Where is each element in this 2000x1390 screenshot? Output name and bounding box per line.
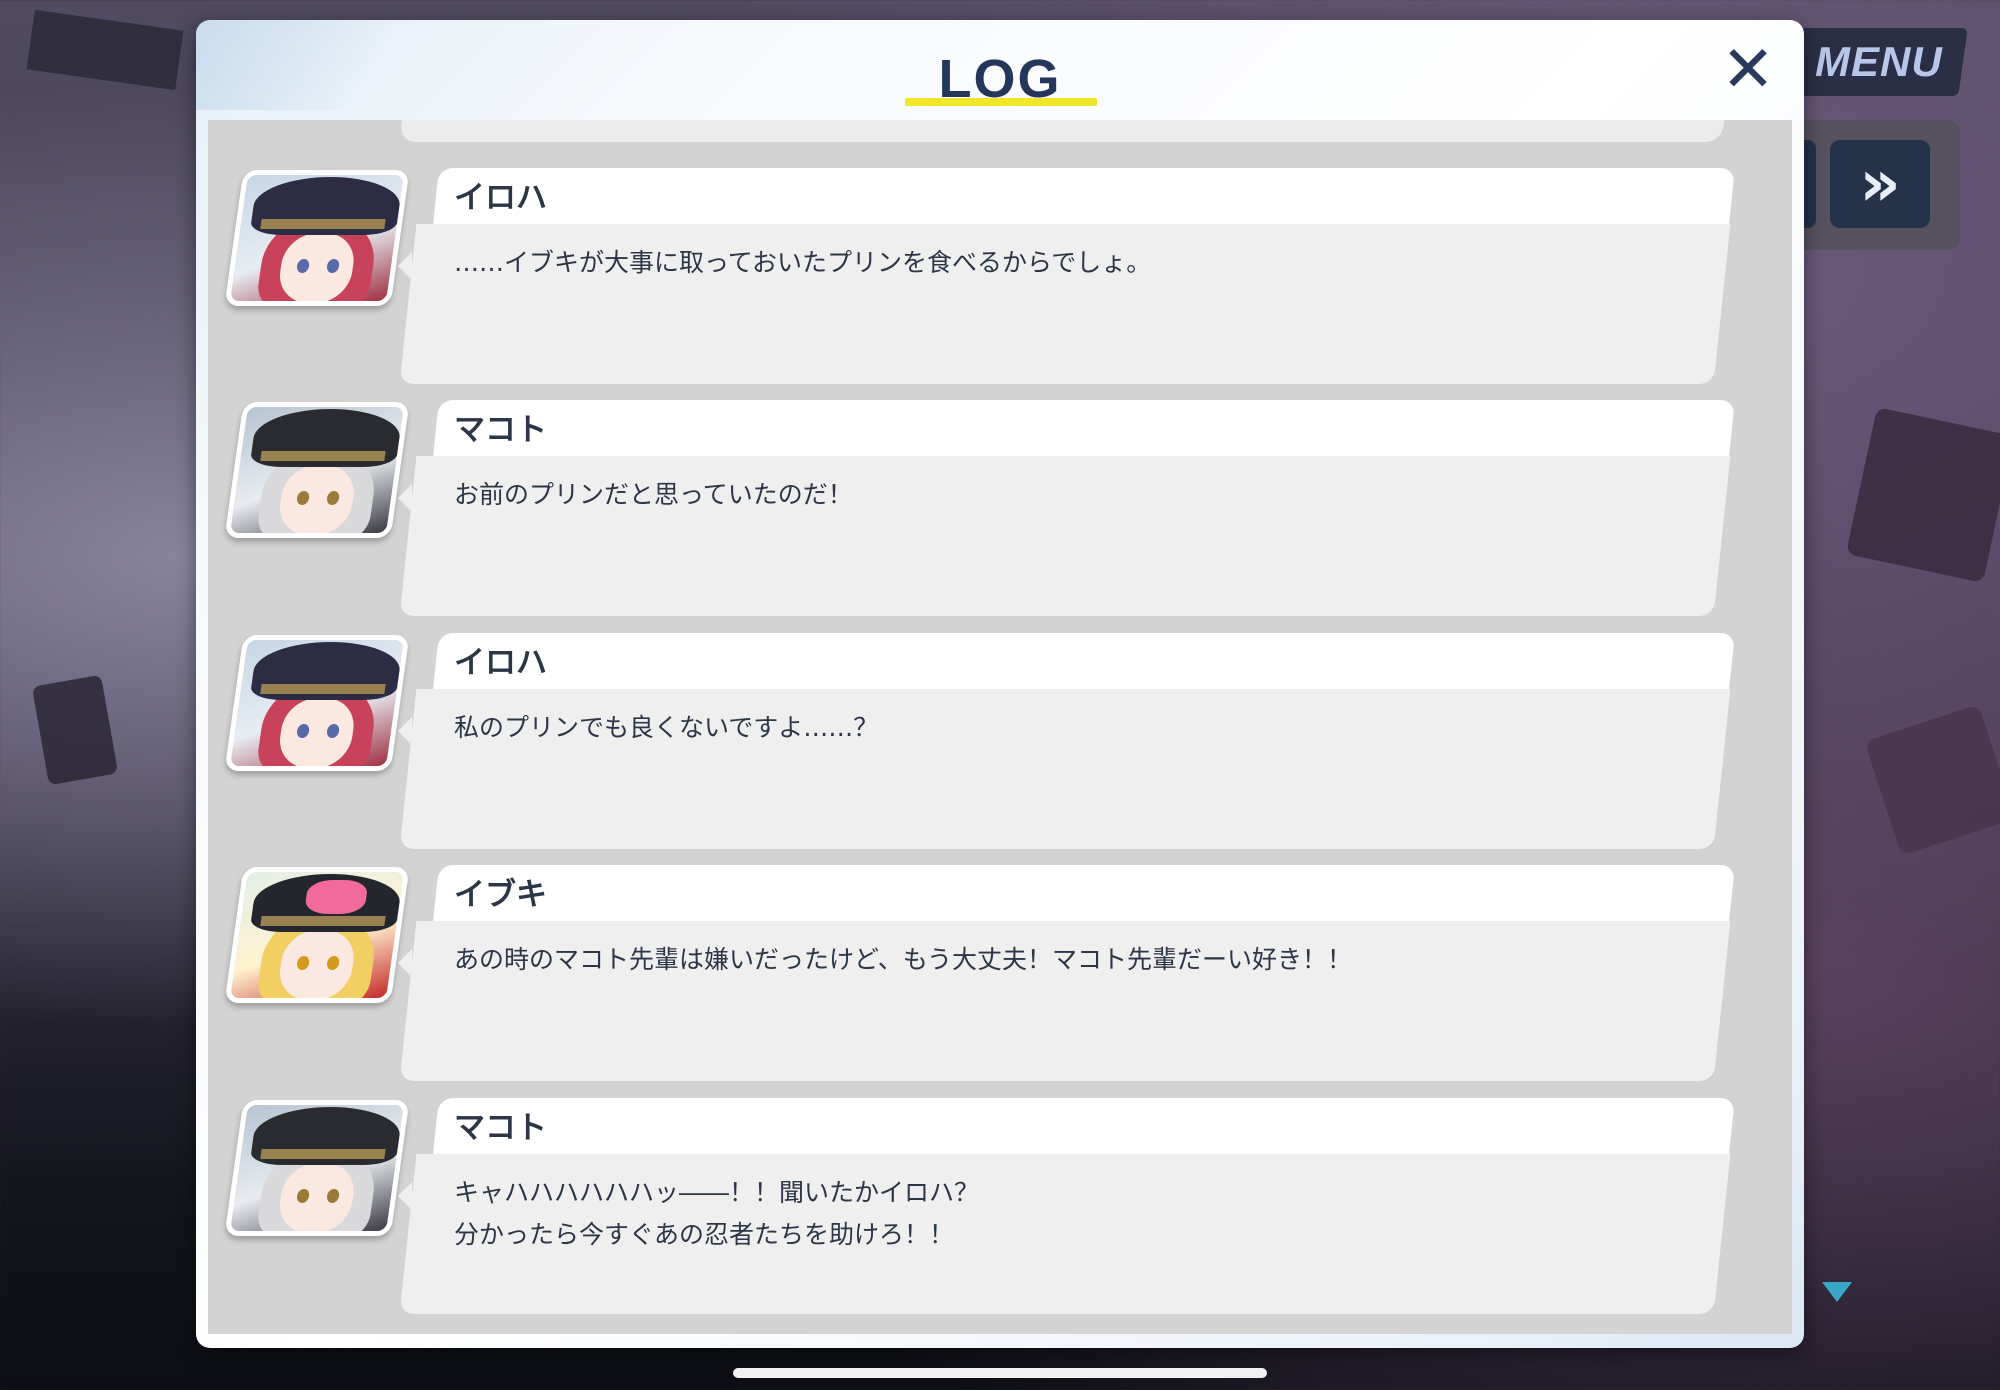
message-bubble: マコト お前のプリンだと思っていたのだ！: [398, 400, 1742, 616]
log-dialog: LOG ✕ イロハ ……イブキが大事に取っておいたプリンを食べるからでしょ。 マ…: [196, 20, 1804, 1348]
message-text: あの時のマコト先輩は嫌いだったけど、もう大丈夫！マコト先輩だーい好き！！: [454, 945, 1353, 974]
log-entry: イロハ ……イブキが大事に取っておいたプリンを食べるからでしょ。: [208, 162, 1792, 384]
log-list[interactable]: イロハ ……イブキが大事に取っておいたプリンを食べるからでしょ。 マコト お前の…: [208, 120, 1792, 1334]
close-button[interactable]: ✕: [1712, 34, 1784, 106]
close-icon: ✕: [1721, 33, 1775, 107]
message-text: ……イブキが大事に取っておいたプリンを食べるからでしょ。: [454, 248, 1152, 277]
speaker-name: マコト: [454, 1110, 547, 1146]
scroll-down-indicator-icon: [1822, 1282, 1852, 1302]
log-entry: イブキ あの時のマコト先輩は嫌いだったけど、もう大丈夫！マコト先輩だーい好き！！: [208, 859, 1792, 1081]
speaker-name: イロハ: [454, 645, 547, 681]
makoto-avatar-icon: [224, 1100, 410, 1236]
background-shard: [26, 9, 184, 91]
speaker-name: イブキ: [454, 877, 547, 913]
speaker-name: マコト: [454, 412, 547, 448]
ibuki-avatar-icon: [224, 867, 410, 1003]
fast-forward-icon: »: [1859, 147, 1901, 221]
iroha-avatar-icon: [224, 170, 410, 306]
message-bubble: イロハ 私のプリンでも良くないですよ……？: [398, 633, 1742, 849]
message-text: キャハハハハハハッ――！！聞いたかイロハ？ 分かったら今すぐあの忍者たちを助けろ…: [454, 1178, 980, 1249]
message-bubble: イロハ ……イブキが大事に取っておいたプリンを食べるからでしょ。: [398, 168, 1742, 384]
message-bubble: マコト キャハハハハハハッ――！！聞いたかイロハ？ 分かったら今すぐあの忍者たち…: [398, 1098, 1742, 1314]
message-text: お前のプリンだと思っていたのだ！: [454, 480, 853, 509]
message-text: 私のプリンでも良くないですよ……？: [454, 713, 879, 742]
iroha-avatar-icon: [224, 635, 410, 771]
log-entry: マコト お前のプリンだと思っていたのだ！: [208, 394, 1792, 616]
makoto-avatar-icon: [224, 402, 410, 538]
log-entry: イロハ 私のプリンでも良くないですよ……？: [208, 627, 1792, 849]
background-shard: [31, 674, 119, 786]
speaker-name: イロハ: [454, 180, 547, 216]
previous-entry-edge: [399, 120, 1727, 142]
menu-button[interactable]: MENU: [1790, 28, 1968, 96]
log-entry: マコト キャハハハハハハッ――！！聞いたかイロハ？ 分かったら今すぐあの忍者たち…: [208, 1092, 1792, 1314]
menu-button-label: MENU: [1815, 38, 1943, 85]
title-underline: [905, 98, 1097, 106]
skip-button[interactable]: »: [1830, 140, 1930, 228]
background-shard: [1845, 407, 2000, 583]
message-bubble: イブキ あの時のマコト先輩は嫌いだったけど、もう大丈夫！マコト先輩だーい好き！！: [398, 865, 1742, 1081]
home-indicator[interactable]: [733, 1368, 1267, 1378]
background-shard: [1864, 704, 2000, 856]
